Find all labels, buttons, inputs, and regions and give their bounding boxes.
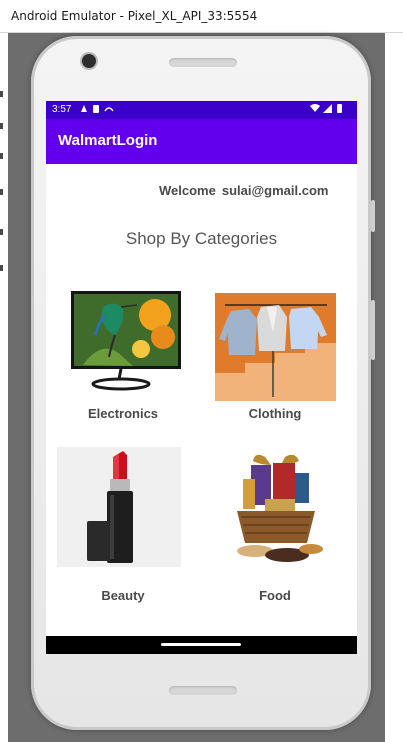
device-screen: 3:57 WalmartLogin Welcome sulai@gmail.com…: [46, 101, 357, 654]
status-bar: 3:57: [46, 101, 357, 119]
app-bar: WalmartLogin: [46, 119, 357, 164]
notification-icons-svg: [81, 105, 114, 113]
volume-button[interactable]: [371, 200, 375, 232]
category-label-beauty: Beauty: [101, 588, 145, 603]
wifi-signal-battery-icon: [310, 104, 342, 113]
front-camera-icon: [82, 54, 96, 68]
bottom-speaker: [169, 686, 237, 695]
category-food[interactable]: Food: [205, 447, 345, 607]
gift-basket-image: [225, 451, 328, 571]
home-gesture-handle[interactable]: [161, 643, 241, 646]
welcome-label: Welcome: [159, 183, 216, 198]
category-label-food: Food: [259, 588, 291, 603]
welcome-text: Welcome sulai@gmail.com: [159, 183, 328, 198]
status-time: 3:57: [52, 104, 72, 115]
system-icons: [309, 103, 349, 117]
app-title: WalmartLogin: [58, 132, 158, 149]
monitor-hummingbird-image: [63, 287, 188, 399]
page-heading: Shop By Categories: [125, 229, 278, 248]
category-clothing[interactable]: Clothing: [205, 287, 345, 437]
category-label-clothing: Clothing: [248, 406, 302, 421]
navigation-bar: [46, 636, 357, 654]
lipstick-image: [57, 447, 181, 567]
power-button[interactable]: [371, 300, 375, 360]
emulator-title-bar: Android Emulator - Pixel_XL_API_33:5554: [0, 0, 403, 33]
notification-icons: [79, 103, 119, 117]
left-window-edge: [0, 33, 8, 742]
emulator-window-title: Android Emulator - Pixel_XL_API_33:5554: [11, 9, 258, 23]
user-email: sulai@gmail.com: [221, 183, 329, 198]
top-speaker: [169, 58, 237, 67]
category-beauty[interactable]: Beauty: [53, 447, 193, 607]
sweaters-on-rack-image: [215, 293, 336, 401]
right-window-edge: [385, 33, 403, 742]
category-electronics[interactable]: Electronics: [53, 287, 193, 437]
category-label-electronics: Electronics: [87, 406, 159, 421]
